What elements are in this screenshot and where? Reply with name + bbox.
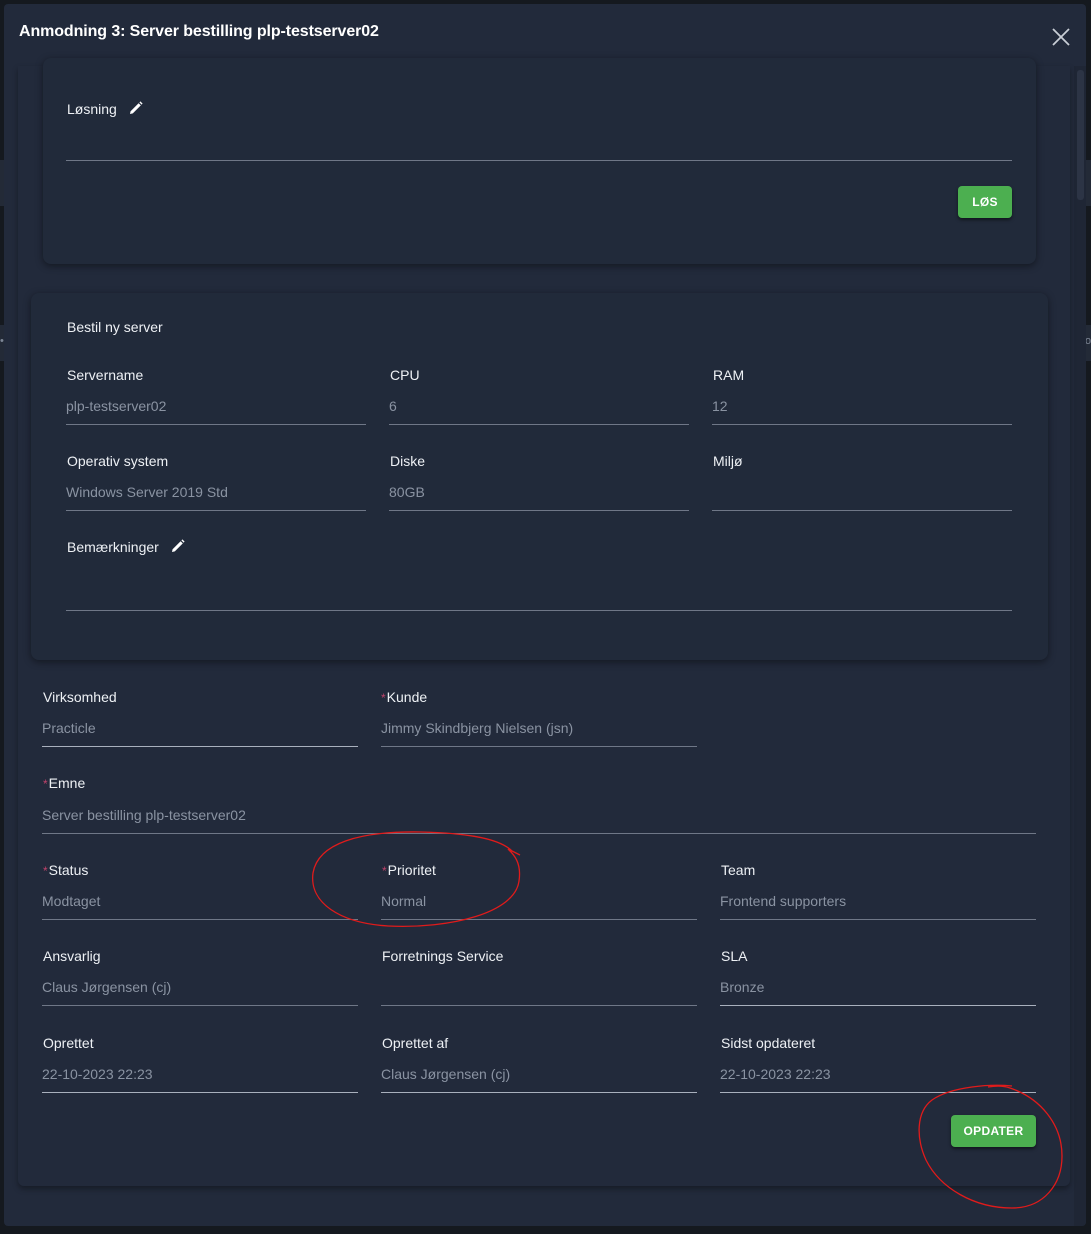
dialog-content: Løsning LØS Bestil ny server Servername …	[18, 58, 1070, 1186]
created-by-value: Claus Jørgensen (cj)	[381, 1066, 511, 1082]
status-underline	[42, 919, 358, 920]
remarks-label-row: Bemærkninger	[67, 539, 185, 555]
customer-field[interactable]: Jimmy Skindbjerg Nielsen (jsn)	[381, 720, 573, 736]
created-by-label: Oprettet af	[382, 1035, 449, 1051]
sla-select[interactable]: Bronze	[720, 979, 764, 995]
company-label: Virksomhed	[43, 689, 117, 705]
sla-label: SLA	[721, 948, 748, 964]
cpu-value: 6	[389, 398, 397, 414]
team-label: Team	[721, 862, 756, 878]
disks-label: Diske	[390, 453, 426, 469]
os-value: Windows Server 2019 Std	[66, 484, 228, 500]
ram-label: RAM	[713, 367, 745, 383]
company-underline	[42, 746, 358, 747]
responsible-select[interactable]: Claus Jørgensen (cj)	[42, 979, 171, 995]
scrollbar-track[interactable]	[1074, 66, 1086, 1226]
created-by-underline	[381, 1092, 697, 1093]
edit-pencil-icon[interactable]	[171, 539, 185, 553]
close-button[interactable]	[1050, 26, 1072, 48]
priority-label: Prioritet	[387, 862, 436, 878]
required-marker: *	[43, 864, 48, 878]
close-icon	[1052, 28, 1070, 46]
last-updated-underline	[720, 1092, 1036, 1093]
environment-label: Miljø	[713, 453, 743, 469]
disks-underline	[389, 510, 689, 511]
team-select[interactable]: Frontend supporters	[720, 893, 846, 909]
customer-underline	[381, 746, 697, 747]
solution-card: Løsning LØS	[43, 58, 1036, 264]
server-order-card: Bestil ny server Servername plp-testserv…	[31, 293, 1048, 660]
priority-underline	[381, 919, 697, 920]
responsible-label: Ansvarlig	[43, 948, 101, 964]
disks-value: 80GB	[389, 484, 425, 500]
servername-underline	[66, 424, 366, 425]
servername-label: Servername	[67, 367, 144, 383]
scrollbar-thumb[interactable]	[1077, 70, 1084, 200]
customer-label-row: *Kunde	[381, 689, 427, 705]
os-underline	[66, 510, 366, 511]
ram-value: 12	[712, 398, 728, 414]
last-updated-label: Sidst opdateret	[721, 1035, 816, 1051]
request-dialog: Anmodning 3: Server bestilling plp-tests…	[4, 4, 1086, 1226]
required-marker: *	[382, 864, 387, 878]
dialog-title: Anmodning 3: Server bestilling plp-tests…	[19, 23, 379, 40]
remarks-label: Bemærkninger	[67, 539, 159, 555]
team-underline	[720, 919, 1036, 920]
responsible-underline	[42, 1005, 358, 1006]
status-label: Status	[48, 862, 89, 878]
cpu-underline	[389, 424, 689, 425]
subject-underline	[42, 833, 1036, 834]
background-page-strip	[1086, 160, 1091, 206]
server-order-heading: Bestil ny server	[67, 319, 163, 335]
remarks-input-underline[interactable]	[66, 610, 1012, 611]
customer-label: Kunde	[386, 689, 428, 705]
solution-input-underline[interactable]	[66, 160, 1012, 161]
subject-label-row: *Emne	[43, 775, 85, 791]
edit-pencil-icon[interactable]	[129, 101, 143, 115]
ram-underline	[712, 424, 1012, 425]
priority-select[interactable]: Normal	[381, 893, 426, 909]
solve-button[interactable]: LØS	[958, 186, 1012, 218]
priority-label-row: *Prioritet	[382, 862, 436, 878]
company-field[interactable]: Practicle	[42, 720, 96, 736]
update-button[interactable]: OPDATER	[951, 1115, 1036, 1147]
environment-underline	[712, 510, 1012, 511]
last-updated-value: 22-10-2023 22:23	[720, 1066, 831, 1082]
sla-underline	[720, 1005, 1036, 1006]
status-select[interactable]: Modtaget	[42, 893, 100, 909]
required-marker: *	[43, 777, 48, 791]
required-marker: *	[381, 691, 386, 705]
business-service-label: Forretnings Service	[382, 948, 504, 964]
subject-field[interactable]: Server bestilling plp-testserver02	[42, 807, 246, 823]
created-underline	[42, 1092, 358, 1093]
solution-label: Løsning	[67, 101, 117, 117]
business-service-underline	[381, 1005, 697, 1006]
servername-value: plp-testserver02	[66, 398, 167, 414]
status-label-row: *Status	[43, 862, 88, 878]
created-value: 22-10-2023 22:23	[42, 1066, 153, 1082]
cpu-label: CPU	[390, 367, 420, 383]
os-label: Operativ system	[67, 453, 169, 469]
solution-label-row: Løsning	[67, 101, 143, 117]
subject-label: Emne	[48, 775, 86, 791]
created-label: Oprettet	[43, 1035, 94, 1051]
